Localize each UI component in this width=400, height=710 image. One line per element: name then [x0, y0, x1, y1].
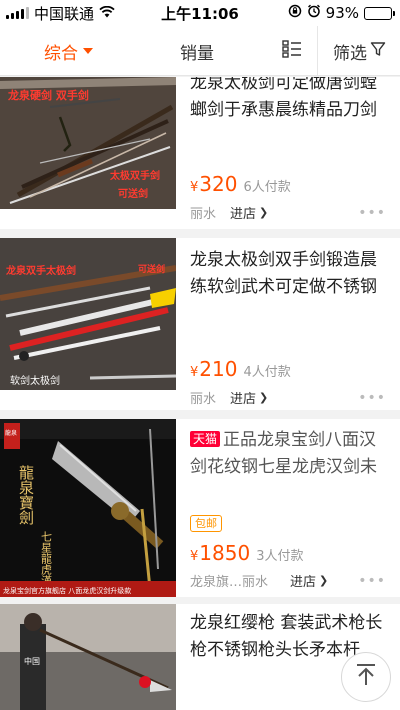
- filter-bar: 综合 销量 筛选: [0, 26, 400, 76]
- enter-shop-link[interactable]: 进店 ❯: [230, 203, 268, 222]
- sort-sales-tab[interactable]: 销量: [180, 26, 214, 76]
- more-options-icon[interactable]: •••: [358, 390, 386, 406]
- price-row: ¥ 210 4人付款: [190, 357, 291, 381]
- image-label: 可送剑: [138, 263, 165, 275]
- product-price: 1850: [199, 541, 251, 565]
- tmall-badge: 天猫: [190, 431, 221, 447]
- product-image[interactable]: 龍泉寶劍 七星龍虎漢劍 龙泉宝剑官方旗舰店 八面龙虎汉剑升级款 龍泉: [0, 419, 176, 597]
- currency-symbol: ¥: [190, 549, 199, 564]
- product-image[interactable]: 龙泉双手太极剑 可送剑 软剑太极剑: [0, 238, 176, 390]
- image-label: 太极双手剑: [109, 169, 160, 182]
- enter-shop-link[interactable]: 进店 ❯: [230, 388, 268, 407]
- image-label: 中国: [24, 656, 40, 666]
- sales-count: 6人付款: [243, 180, 291, 195]
- shop-location: 丽水: [190, 392, 217, 407]
- more-options-icon[interactable]: •••: [358, 205, 386, 221]
- filter-button[interactable]: 筛选: [333, 26, 386, 76]
- price-row: ¥ 1850 3人付款: [190, 541, 303, 565]
- view-toggle-button[interactable]: [282, 26, 302, 76]
- filter-label: 筛选: [333, 43, 367, 64]
- shop-row: 龙泉旗…丽水 进店 ❯ •••: [190, 571, 390, 591]
- product-card[interactable]: 龍泉寶劍 七星龍虎漢劍 龙泉宝剑官方旗舰店 八面龙虎汉剑升级款 龍泉 天猫 正品龙…: [0, 419, 400, 597]
- shop-location: 龙泉旗…丽水: [190, 575, 269, 590]
- chevron-right-icon: ❯: [259, 391, 269, 404]
- product-list: 龙泉硬剑 双手剑 太极双手剑 可送剑 龙泉太极剑可定做唐剑螳螂剑于承惠晨练精品刀…: [0, 77, 400, 710]
- product-title[interactable]: 龙泉太极剑双手剑锻造晨练软剑武术可定做不锈钢: [190, 247, 390, 301]
- chevron-right-icon: ❯: [319, 574, 329, 587]
- sales-count: 3人付款: [256, 549, 304, 564]
- product-price: 210: [199, 357, 238, 381]
- sales-count: 4人付款: [243, 365, 291, 380]
- wifi-icon: [99, 4, 115, 22]
- product-card[interactable]: 龙泉硬剑 双手剑 太极双手剑 可送剑 龙泉太极剑可定做唐剑螳螂剑于承惠晨练精品刀…: [0, 77, 400, 229]
- shop-row: 丽水 进店 ❯ •••: [190, 203, 390, 223]
- sort-comprehensive-tab[interactable]: 综合: [44, 26, 93, 76]
- free-shipping-tag: 包邮: [190, 515, 222, 532]
- image-label: 软剑太极剑: [10, 374, 60, 387]
- signal-icon: [6, 7, 29, 19]
- image-label: 龙泉宝剑官方旗舰店 八面龙虎汉剑升级款: [3, 586, 131, 595]
- image-label: 龍泉: [5, 429, 17, 437]
- image-label: 龙泉双手太极剑: [5, 264, 76, 277]
- status-bar: 中国联通 上午11:06 93%: [0, 0, 400, 26]
- filter-bar-divider: [317, 26, 318, 76]
- carrier-name: 中国联通: [34, 4, 95, 23]
- sort-label: 综合: [44, 43, 78, 64]
- image-label: 可送剑: [118, 187, 148, 200]
- shop-row: 丽水 进店 ❯ •••: [190, 388, 390, 408]
- image-label: 龙泉硬剑 双手剑: [7, 88, 89, 102]
- product-image[interactable]: 龙泉硬剑 双手剑 太极双手剑 可送剑: [0, 77, 176, 209]
- currency-symbol: ¥: [190, 180, 199, 195]
- sales-label: 销量: [180, 43, 214, 64]
- product-card[interactable]: 中国 龙泉红缨枪 套装武术枪长枪不锈钢枪头长矛本杆: [0, 604, 400, 710]
- more-options-icon[interactable]: •••: [358, 573, 386, 589]
- product-price: 320: [199, 172, 238, 196]
- funnel-icon: [367, 41, 386, 62]
- product-image[interactable]: 中国: [0, 604, 176, 710]
- battery-icon: [364, 6, 395, 20]
- caret-down-icon: [83, 48, 93, 54]
- product-card[interactable]: 龙泉双手太极剑 可送剑 软剑太极剑 龙泉太极剑双手剑锻造晨练软剑武术可定做不锈钢…: [0, 238, 400, 410]
- arrow-up-icon: [355, 663, 377, 691]
- chevron-right-icon: ❯: [259, 206, 269, 219]
- battery-percent: 93%: [325, 4, 359, 22]
- rotation-lock-icon: [288, 4, 302, 22]
- shop-location: 丽水: [190, 207, 217, 222]
- alarm-icon: [307, 4, 321, 22]
- list-view-icon: [282, 39, 302, 63]
- product-title[interactable]: 龙泉太极剑可定做唐剑螳螂剑于承惠晨练精品刀剑: [190, 77, 390, 124]
- enter-shop-link[interactable]: 进店 ❯: [290, 571, 328, 590]
- product-title[interactable]: 天猫 正品龙泉宝剑八面汉剑花纹钢七星龙虎汉剑未: [190, 427, 390, 481]
- price-row: ¥ 320 6人付款: [190, 172, 291, 196]
- image-label: 龍泉寶劍: [17, 465, 35, 526]
- scroll-to-top-button[interactable]: [341, 652, 391, 702]
- currency-symbol: ¥: [190, 365, 199, 380]
